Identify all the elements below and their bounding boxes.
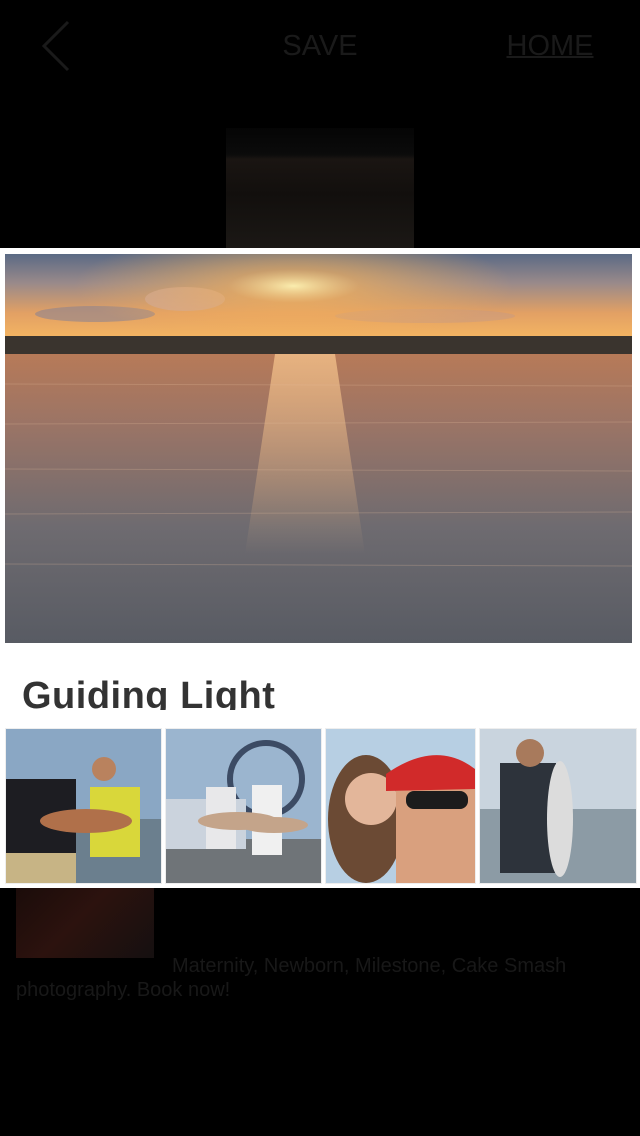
background-listing-description: Maternity, Newborn, Milestone, Cake Smas… [16, 955, 567, 1001]
thumbnail-strip [0, 726, 640, 884]
thumbnail-two-anglers[interactable] [165, 728, 322, 884]
background-listing-image [16, 888, 154, 958]
back-button[interactable] [36, 18, 80, 74]
save-button[interactable]: SAVE [250, 26, 390, 66]
listing-title: Guiding Light [22, 675, 276, 710]
photo-preview-panel: Guiding Light [0, 248, 640, 888]
background-listing-heading [172, 910, 552, 936]
thumbnail-angler-large-fish[interactable] [479, 728, 637, 884]
thumbnail-couple-selfie[interactable] [325, 728, 476, 884]
top-bar: SAVE HOME [0, 0, 640, 90]
thumbnail-angler-redfish[interactable] [5, 728, 162, 884]
chevron-left-icon [41, 20, 70, 72]
background-photo-thumbnail [226, 128, 414, 248]
sunset-photo[interactable] [4, 254, 633, 643]
home-link[interactable]: HOME [490, 26, 610, 66]
background-listing: Maternity, Newborn, Milestone, Cake Smas… [0, 888, 640, 1136]
